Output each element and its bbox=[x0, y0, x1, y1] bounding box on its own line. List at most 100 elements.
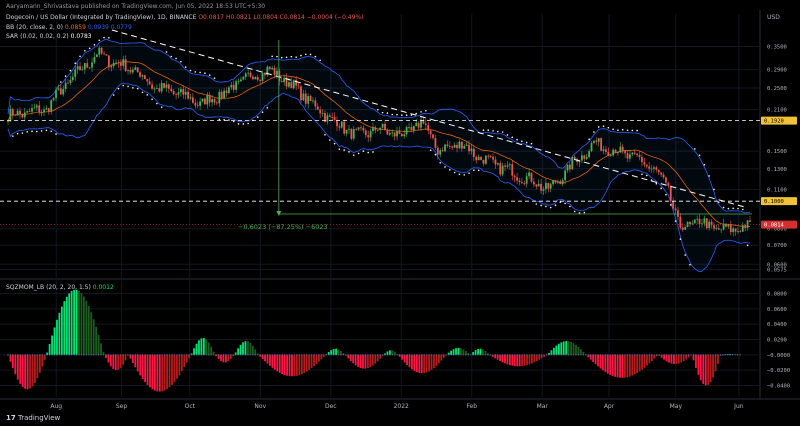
candle-body[interactable] bbox=[451, 146, 454, 148]
candle-body[interactable] bbox=[333, 117, 336, 121]
candle-body[interactable] bbox=[564, 170, 567, 181]
candle-body[interactable] bbox=[189, 97, 192, 99]
candle-body[interactable] bbox=[732, 228, 735, 233]
candle-body[interactable] bbox=[746, 220, 749, 228]
candle-body[interactable] bbox=[244, 73, 247, 77]
candle-body[interactable] bbox=[95, 54, 98, 57]
candle-body[interactable] bbox=[105, 54, 108, 56]
candle-body[interactable] bbox=[175, 94, 177, 95]
candle-body[interactable] bbox=[79, 66, 81, 70]
candle-body[interactable] bbox=[537, 183, 540, 187]
momentum-bar[interactable] bbox=[227, 354, 230, 362]
candle-body[interactable] bbox=[660, 172, 663, 175]
momentum-bar[interactable] bbox=[638, 354, 641, 372]
candle-body[interactable] bbox=[213, 99, 216, 103]
momentum-bar[interactable] bbox=[712, 354, 714, 378]
candle-body[interactable] bbox=[326, 115, 329, 122]
momentum-bar[interactable] bbox=[295, 354, 298, 376]
candle-body[interactable] bbox=[376, 129, 379, 131]
candle-body[interactable] bbox=[40, 112, 43, 114]
candle-body[interactable] bbox=[403, 134, 406, 137]
momentum-bar[interactable] bbox=[709, 354, 712, 383]
momentum-bar[interactable] bbox=[281, 354, 284, 375]
momentum-bar[interactable] bbox=[239, 344, 242, 355]
momentum-bar[interactable] bbox=[575, 344, 577, 355]
momentum-bar[interactable] bbox=[56, 319, 58, 355]
momentum-bar[interactable] bbox=[553, 347, 555, 355]
momentum-bar[interactable] bbox=[300, 354, 303, 375]
candle-body[interactable] bbox=[45, 108, 48, 110]
momentum-bar[interactable] bbox=[641, 354, 643, 370]
momentum-bar[interactable] bbox=[122, 354, 124, 365]
candle-body[interactable] bbox=[304, 93, 307, 104]
momentum-bar[interactable] bbox=[364, 354, 367, 369]
candle-body[interactable] bbox=[547, 182, 550, 189]
candle-body[interactable] bbox=[501, 165, 504, 175]
candle-body[interactable] bbox=[523, 183, 526, 184]
candle-body[interactable] bbox=[191, 97, 194, 103]
momentum-bar[interactable] bbox=[222, 354, 225, 363]
candle-body[interactable] bbox=[626, 153, 629, 159]
candle-body[interactable] bbox=[151, 84, 153, 89]
candle-body[interactable] bbox=[487, 155, 490, 157]
candle-body[interactable] bbox=[684, 226, 687, 230]
candle-body[interactable] bbox=[196, 105, 199, 107]
candle-body[interactable] bbox=[179, 89, 182, 93]
candle-body[interactable] bbox=[571, 156, 574, 170]
momentum-bar[interactable] bbox=[428, 354, 430, 372]
candle-body[interactable] bbox=[302, 93, 305, 101]
candle-body[interactable] bbox=[268, 66, 271, 70]
candle-body[interactable] bbox=[115, 62, 117, 64]
candle-body[interactable] bbox=[655, 167, 658, 170]
momentum-bar[interactable] bbox=[87, 306, 90, 355]
candle-body[interactable] bbox=[739, 231, 742, 232]
candle-body[interactable] bbox=[444, 144, 446, 152]
momentum-bar[interactable] bbox=[697, 354, 700, 375]
momentum-bar[interactable] bbox=[151, 354, 154, 390]
candle-body[interactable] bbox=[595, 140, 598, 142]
momentum-bar[interactable] bbox=[153, 354, 156, 391]
candle-body[interactable] bbox=[136, 67, 139, 73]
candle-body[interactable] bbox=[7, 121, 9, 123]
candle-body[interactable] bbox=[657, 169, 660, 173]
candle-body[interactable] bbox=[55, 89, 57, 99]
candle-body[interactable] bbox=[749, 220, 751, 222]
momentum-bar[interactable] bbox=[570, 341, 572, 355]
momentum-bar[interactable] bbox=[650, 354, 653, 362]
momentum-bar[interactable] bbox=[141, 354, 144, 379]
momentum-bar[interactable] bbox=[173, 354, 176, 382]
candle-body[interactable] bbox=[199, 101, 202, 106]
candle-body[interactable] bbox=[643, 162, 646, 165]
momentum-bar[interactable] bbox=[242, 342, 244, 355]
momentum-bar[interactable] bbox=[672, 354, 675, 364]
candle-body[interactable] bbox=[602, 149, 605, 151]
candle-body[interactable] bbox=[100, 47, 103, 54]
candle-body[interactable] bbox=[98, 47, 101, 55]
momentum-bar[interactable] bbox=[403, 354, 406, 363]
candle-body[interactable] bbox=[744, 225, 747, 228]
candle-body[interactable] bbox=[374, 127, 377, 131]
candle-body[interactable] bbox=[446, 144, 449, 147]
momentum-bar[interactable] bbox=[237, 348, 240, 355]
candle-body[interactable] bbox=[460, 141, 463, 149]
candle-body[interactable] bbox=[540, 183, 542, 191]
candle-body[interactable] bbox=[391, 132, 394, 134]
candle-body[interactable] bbox=[158, 88, 161, 92]
candle-body[interactable] bbox=[38, 105, 41, 113]
candle-body[interactable] bbox=[614, 149, 617, 154]
candle-body[interactable] bbox=[554, 180, 557, 183]
momentum-bar[interactable] bbox=[391, 350, 394, 355]
momentum-bar[interactable] bbox=[136, 354, 139, 372]
candle-body[interactable] bbox=[621, 146, 624, 151]
candle-body[interactable] bbox=[434, 138, 437, 148]
momentum-bar[interactable] bbox=[415, 354, 418, 373]
momentum-bar[interactable] bbox=[621, 354, 624, 378]
momentum-bar[interactable] bbox=[633, 354, 636, 375]
candle-body[interactable] bbox=[470, 148, 473, 152]
momentum-bar[interactable] bbox=[276, 354, 279, 372]
candle-body[interactable] bbox=[583, 155, 586, 159]
momentum-bar[interactable] bbox=[406, 354, 408, 365]
candle-body[interactable] bbox=[28, 111, 31, 113]
momentum-bar[interactable] bbox=[704, 354, 707, 386]
candle-body[interactable] bbox=[653, 167, 655, 169]
